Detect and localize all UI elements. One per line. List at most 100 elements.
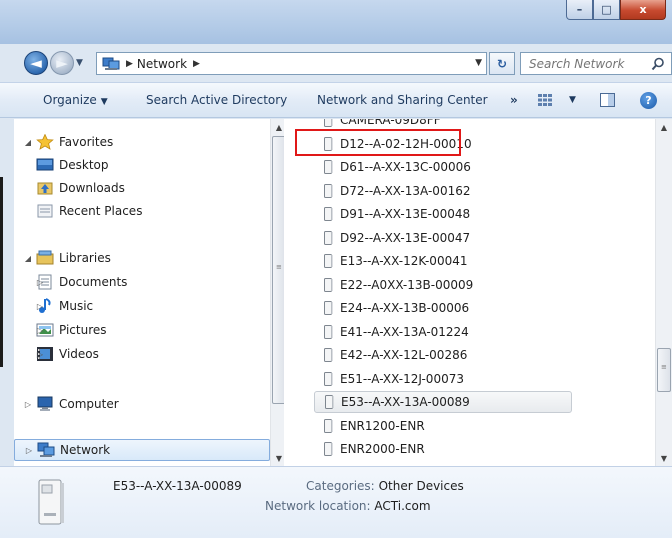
nav-pictures[interactable]: ▷ Pictures — [14, 319, 270, 341]
file-item-label: E41--A-XX-13A-01224 — [340, 324, 469, 339]
breadcrumb-separator-icon[interactable]: ▶ — [126, 59, 133, 69]
expanded-arrow-icon[interactable]: ◢ — [22, 138, 34, 147]
scroll-down-arrow-icon[interactable]: ▼ — [656, 450, 672, 466]
nav-documents[interactable]: ▷ Documents — [14, 271, 270, 293]
file-item[interactable]: ENR2000-ENR — [314, 438, 572, 460]
breadcrumb-separator-icon[interactable]: ▶ — [193, 59, 200, 69]
file-item[interactable]: E24--A-XX-13B-00006 — [314, 297, 572, 319]
navigation-bar: ◄ ► ▼ ▶ Network ▶ ▼ ↻ — [0, 44, 672, 80]
nav-music[interactable]: ▷ Music — [14, 295, 270, 317]
file-item[interactable]: E42--A-XX-12L-00286 — [314, 344, 572, 366]
nav-recent-places[interactable]: Recent Places — [14, 200, 270, 222]
file-item[interactable]: E51--A-XX-12J-00073 — [314, 368, 572, 390]
file-item-label: E51--A-XX-12J-00073 — [340, 371, 464, 386]
device-icon — [324, 230, 333, 245]
details-categories: Categories: Other Devices — [306, 479, 464, 493]
details-pane: E53--A-XX-13A-00089 Categories: Other De… — [0, 466, 672, 538]
help-icon[interactable]: ? — [640, 92, 657, 109]
organize-menu[interactable]: Organize ▼ — [43, 93, 108, 107]
details-device-name: E53--A-XX-13A-00089 — [113, 479, 242, 493]
nav-network[interactable]: ▷ Network — [14, 439, 270, 461]
collapsed-arrow-icon[interactable]: ▷ — [22, 400, 34, 409]
file-item-label: E42--A-XX-12L-00286 — [340, 348, 468, 362]
device-icon — [324, 324, 333, 339]
file-list-scrollbar[interactable]: ▲ ≡ ▼ — [655, 119, 672, 466]
file-item[interactable]: D61--A-XX-13C-00006 — [314, 156, 572, 178]
file-item-label: D91--A-XX-13E-00048 — [340, 207, 471, 221]
nav-label: Music — [59, 299, 94, 313]
file-item[interactable]: E22--A0XX-13B-00009 — [314, 274, 572, 296]
libraries-icon — [36, 250, 54, 265]
pane-splitter[interactable] — [284, 119, 306, 466]
file-item-label: ENR2000-ENR — [340, 442, 425, 456]
file-item-label: E13--A-XX-12K-00041 — [340, 254, 468, 268]
nav-label: Network — [60, 443, 111, 457]
file-item-label: CAMERA-09D8FF — [340, 119, 441, 127]
computer-icon — [37, 396, 53, 411]
nav-favorites[interactable]: ◢ Favorites — [14, 131, 270, 153]
collapsed-arrow-icon[interactable]: ▷ — [34, 326, 46, 335]
network-sharing-center-button[interactable]: Network and Sharing Center — [317, 93, 488, 107]
overflow-chevron-icon[interactable]: » — [510, 93, 518, 107]
network-location-value: ACTi.com — [374, 499, 431, 513]
collapsed-arrow-icon[interactable]: ▷ — [34, 278, 46, 287]
file-item[interactable]: E41--A-XX-13A-01224 — [314, 321, 572, 343]
device-icon — [324, 371, 333, 386]
refresh-button[interactable]: ↻ — [489, 52, 515, 75]
preview-pane-icon[interactable] — [600, 93, 615, 107]
nav-label: Recent Places — [59, 204, 143, 218]
explorer-window: – □ x ◄ ► ▼ ▶ Network ▶ ▼ ↻ Search Netwo… — [0, 0, 672, 538]
network-location-label: Network location: — [265, 499, 371, 513]
nav-label: Documents — [59, 275, 128, 289]
file-item[interactable]: D72--A-XX-13A-00162 — [314, 180, 572, 202]
file-item[interactable]: ENR1200-ENR — [314, 415, 572, 437]
search-active-directory-button[interactable]: Search Active Directory — [146, 93, 287, 107]
file-item-label: D61--A-XX-13C-00006 — [340, 160, 471, 174]
forward-button[interactable]: ► — [50, 51, 74, 75]
file-item[interactable]: D92--A-XX-13E-00047 — [314, 227, 572, 249]
device-icon — [324, 119, 333, 127]
recent-pages-dropdown-icon[interactable]: ▼ — [76, 58, 83, 68]
search-input[interactable] — [527, 55, 647, 72]
file-list: CAMERA-09D8FF D12--A-02-12H-00010 D61--A-X… — [306, 119, 655, 466]
scroll-up-arrow-icon[interactable]: ▲ — [656, 119, 672, 135]
close-button[interactable]: x — [620, 0, 666, 20]
collapsed-arrow-icon[interactable]: ▷ — [34, 302, 46, 311]
nav-libraries[interactable]: ◢ Libraries — [14, 247, 270, 269]
details-network-location: Network location: ACTi.com — [265, 499, 431, 513]
scroll-thumb[interactable]: ≡ — [657, 348, 671, 392]
file-item-label: D92--A-XX-13E-00047 — [340, 230, 471, 245]
recent-places-icon — [37, 204, 53, 218]
maximize-button[interactable]: □ — [593, 0, 620, 20]
file-item[interactable]: E13--A-XX-12K-00041 — [314, 250, 572, 272]
change-view-icon[interactable] — [537, 93, 553, 107]
back-button[interactable]: ◄ — [24, 51, 48, 75]
device-icon — [324, 254, 333, 268]
file-item-label: E22--A0XX-13B-00009 — [340, 277, 474, 292]
file-item-label: E53--A-XX-13A-00089 — [341, 395, 470, 409]
file-item-label: ENR1200-ENR — [340, 418, 425, 433]
collapsed-arrow-icon[interactable]: ▷ — [23, 446, 35, 455]
collapsed-arrow-icon[interactable]: ▷ — [34, 350, 46, 359]
minimize-button[interactable]: – — [566, 0, 593, 20]
expanded-arrow-icon[interactable]: ◢ — [22, 254, 34, 263]
nav-label: Pictures — [59, 323, 107, 337]
nav-downloads[interactable]: Downloads — [14, 177, 270, 199]
highlight-annotation-box — [295, 129, 461, 156]
nav-videos[interactable]: ▷ Videos — [14, 343, 270, 365]
search-icon[interactable] — [651, 57, 665, 71]
file-item[interactable]: D91--A-XX-13E-00048 — [314, 203, 572, 225]
search-box[interactable] — [520, 52, 672, 75]
nav-computer[interactable]: ▷ Computer — [14, 393, 270, 415]
frame-shadow-band — [0, 177, 3, 367]
desktop-icon — [36, 158, 54, 171]
categories-label: Categories: — [306, 479, 375, 493]
file-item-label: D72--A-XX-13A-00162 — [340, 183, 471, 198]
title-bar[interactable]: – □ x — [0, 0, 672, 44]
nav-desktop[interactable]: Desktop — [14, 154, 270, 176]
address-dropdown-icon[interactable]: ▼ — [475, 58, 482, 68]
breadcrumb-network[interactable]: Network — [137, 57, 187, 71]
view-options-chevron-down-icon[interactable]: ▼ — [569, 95, 576, 105]
file-item[interactable]: E53--A-XX-13A-00089 — [314, 391, 572, 413]
address-bar[interactable]: ▶ Network ▶ ▼ — [96, 52, 487, 75]
